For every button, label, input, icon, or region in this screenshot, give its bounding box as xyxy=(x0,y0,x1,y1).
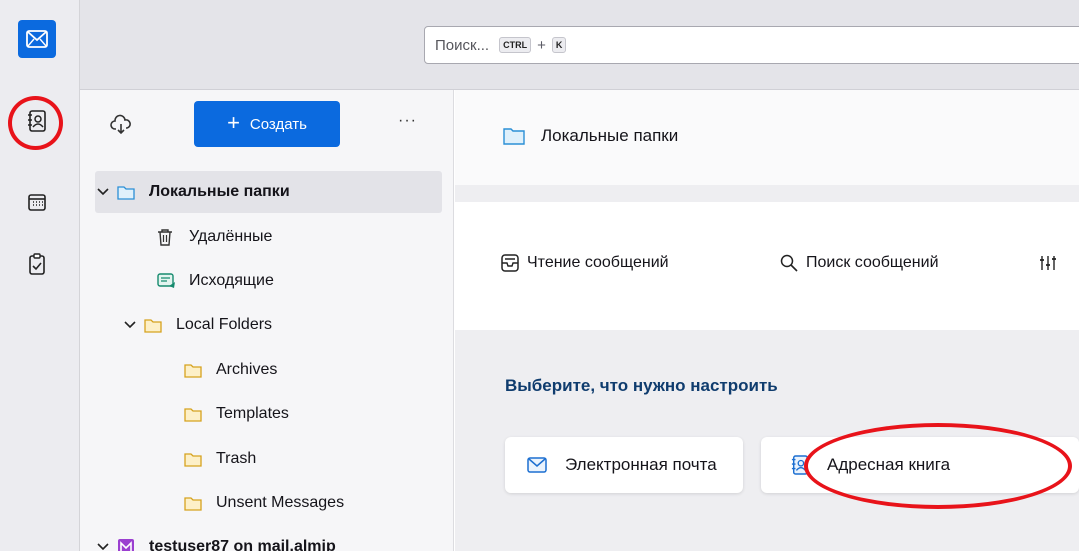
setup-email-button[interactable]: Электронная почта xyxy=(505,437,743,493)
folder-label: Удалённые xyxy=(189,228,273,245)
folder-label: Templates xyxy=(216,405,289,422)
inbox-icon xyxy=(501,254,519,272)
shortcut-plus: + xyxy=(537,36,546,54)
search-placeholder: Поиск... xyxy=(435,36,490,54)
search-icon xyxy=(780,254,798,272)
folder-label: Исходящие xyxy=(189,272,274,289)
page-title: Локальные папки xyxy=(503,126,678,146)
folder-row-templates[interactable]: Templates xyxy=(95,393,442,435)
account-central-pane: Локальные папки Чтение сообщений Поиск с… xyxy=(455,90,1079,551)
folder-icon xyxy=(503,128,525,145)
create-button[interactable]: + Создать xyxy=(194,101,340,147)
tasks-space-button[interactable] xyxy=(18,245,56,283)
filters-action[interactable] xyxy=(1039,254,1065,272)
search-messages-action[interactable]: Поиск сообщений xyxy=(780,254,939,272)
clipboard-check-icon xyxy=(29,253,45,275)
mail-space-button[interactable] xyxy=(18,20,56,58)
folder-label: Unsent Messages xyxy=(216,494,345,511)
account-header: Локальные папки xyxy=(455,90,1079,185)
account-icon xyxy=(117,538,137,551)
outbox-icon xyxy=(157,272,177,290)
account-row-testuser[interactable]: testuser87 on mail.almip xyxy=(95,526,442,551)
address-book-space-button[interactable] xyxy=(18,102,56,140)
folder-pane-more-button[interactable]: ··· xyxy=(398,112,417,130)
read-messages-action[interactable]: Чтение сообщений xyxy=(501,254,669,272)
setup-address-book-button[interactable]: Адресная книга xyxy=(761,437,1079,493)
setup-section-title: Выберите, что нужно настроить xyxy=(505,376,778,395)
folder-row-outbox[interactable]: Исходящие xyxy=(95,260,442,302)
folder-label: Локальные папки xyxy=(149,183,290,200)
folder-icon xyxy=(184,450,204,468)
folder-row-local-folders[interactable]: Local Folders xyxy=(95,304,442,346)
calendar-space-button[interactable] xyxy=(18,183,56,221)
top-toolbar: Поиск... CTRL + K xyxy=(80,0,1079,90)
action-label: Поиск сообщений xyxy=(806,254,939,271)
calendar-icon xyxy=(28,194,46,211)
folder-label: Trash xyxy=(216,450,257,467)
folder-icon xyxy=(184,361,204,379)
folder-pane: + Создать ··· Локальные папки Удалённые … xyxy=(80,90,454,551)
mail-icon xyxy=(26,30,48,48)
actions-bar: Чтение сообщений Поиск сообщений xyxy=(455,202,1079,330)
folder-row-deleted[interactable]: Удалённые xyxy=(95,216,442,258)
spaces-toolbar xyxy=(0,0,80,551)
cloud-download-icon xyxy=(110,114,131,135)
folder-icon xyxy=(184,494,204,512)
account-label: testuser87 on mail.almip xyxy=(149,538,336,551)
action-label: Чтение сообщений xyxy=(527,254,669,271)
folder-icon xyxy=(117,183,137,201)
trash-icon xyxy=(157,228,177,246)
folder-row-local-folders-root[interactable]: Локальные папки xyxy=(95,171,442,213)
folder-icon xyxy=(184,405,204,423)
setup-card-label: Адресная книга xyxy=(827,455,951,474)
address-book-icon xyxy=(28,110,46,132)
folder-label: Archives xyxy=(216,361,278,378)
mail-icon xyxy=(527,457,547,473)
folder-row-archives[interactable]: Archives xyxy=(95,349,442,391)
chevron-down-icon[interactable] xyxy=(95,539,111,551)
app-window: Поиск... CTRL + K + Создать ··· Локальны… xyxy=(0,0,1079,551)
plus-icon: + xyxy=(227,110,240,135)
sliders-icon xyxy=(1040,256,1056,270)
page-title-text: Локальные папки xyxy=(541,126,679,145)
shortcut-k-key: K xyxy=(551,37,567,53)
folder-row-trash[interactable]: Trash xyxy=(95,438,442,480)
folder-label: Local Folders xyxy=(176,316,273,333)
get-messages-button[interactable] xyxy=(110,114,134,138)
chevron-down-icon[interactable] xyxy=(122,317,138,333)
chevron-down-icon[interactable] xyxy=(95,184,111,200)
setup-card-label: Электронная почта xyxy=(565,455,717,474)
shortcut-ctrl-key: CTRL xyxy=(499,37,532,53)
address-book-icon xyxy=(791,455,808,475)
create-label: Создать xyxy=(249,115,307,133)
folder-row-unsent-messages[interactable]: Unsent Messages xyxy=(95,482,442,524)
folder-icon xyxy=(144,316,164,334)
global-search-input[interactable]: Поиск... CTRL + K xyxy=(424,26,1079,64)
